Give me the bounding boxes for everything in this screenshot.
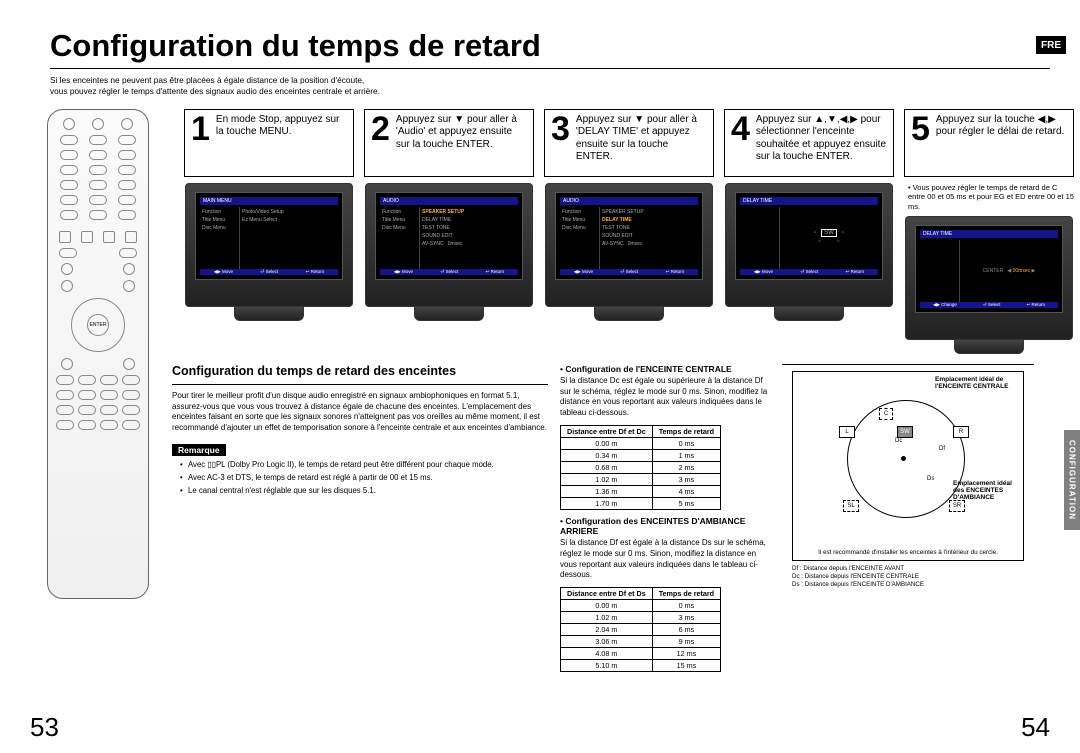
diagram-legend: Df : Distance depuis l'ENCEINTE AVANT Dc…	[782, 565, 924, 589]
remote-control-illustration: ENTER	[47, 109, 149, 599]
page-number-right: 54	[1021, 712, 1050, 743]
table-center-delay: Distance entre Df et DcTemps de retard 0…	[560, 425, 721, 510]
remark-badge: Remarque	[172, 444, 226, 456]
section-para: Pour tirer le meilleur profit d'un disqu…	[172, 391, 548, 434]
center-para: Si la distance Dc est égale ou supérieur…	[560, 376, 772, 419]
intro-text: Si les enceintes ne peuvent pas être pla…	[50, 75, 1056, 97]
tv-screen-5: DELAY TIME CENTER ◀ 00msec ▶ ◀▶ Change⏎ …	[905, 216, 1073, 340]
step-2: 2Appuyez sur ▼ pour aller à 'Audio' et a…	[364, 109, 534, 354]
bottom-section: Configuration du temps de retard des enc…	[172, 364, 1074, 678]
page-number-left: 53	[30, 712, 59, 743]
step-1: 1En mode Stop, appuyez sur la touche MEN…	[184, 109, 354, 354]
rear-speaker-heading: • Configuration des ENCEINTES D'AMBIANCE…	[560, 516, 772, 536]
center-speaker-heading: • Configuration de l'ENCEINTE CENTRALE	[560, 364, 772, 374]
step-3: 3Appuyez sur ▼ pour aller à 'DELAY TIME'…	[544, 109, 714, 354]
remarks-list: Avec ▯▯PL (Dolby Pro Logic II), le temps…	[172, 460, 548, 497]
speaker-layout-diagram: Emplacement idéal de l'ENCEINTE CENTRALE…	[792, 371, 1024, 561]
tv-screen-1: MAIN MENU FunctionTitle MenuDisc Menu Ph…	[185, 183, 353, 307]
rear-para: Si la distance Df est égale à la distanc…	[560, 538, 772, 581]
section-heading: Configuration du temps de retard des enc…	[172, 364, 548, 378]
manual-page: FRE Configuration du temps de retard Si …	[0, 0, 1080, 753]
step-5-note: • Vous pouvez régler le temps de retard …	[904, 183, 1074, 212]
steps-row: 1En mode Stop, appuyez sur la touche MEN…	[184, 109, 1074, 354]
title-rule	[50, 68, 1050, 69]
language-badge: FRE	[1036, 36, 1066, 54]
step-5: 5Appuyez sur la touche ◀,▶ pour régler l…	[904, 109, 1074, 354]
remote-column: ENTER	[24, 109, 172, 679]
step-4: 4Appuyez sur ▲,▼,◀,▶ pour sélectionner l…	[724, 109, 894, 354]
page-title: Configuration du temps de retard	[50, 28, 1056, 64]
table-rear-delay: Distance entre Df et DsTemps de retard 0…	[560, 587, 721, 672]
enter-button-icon: ENTER	[87, 314, 109, 336]
tv-screen-2: AUDIO FunctionTitle MenuDisc Menu SPEAKE…	[365, 183, 533, 307]
tv-screen-4: DELAY TIME ▫ SW ▫ ▫ ▫	[725, 183, 893, 307]
side-tab: CONFIGURATION	[1064, 430, 1080, 530]
tv-screen-3: AUDIO FunctionTitle MenuDisc Menu SPEAKE…	[545, 183, 713, 307]
dpad-ring: ENTER	[71, 298, 125, 352]
section-speaker-delay: Configuration du temps de retard des enc…	[172, 364, 560, 678]
